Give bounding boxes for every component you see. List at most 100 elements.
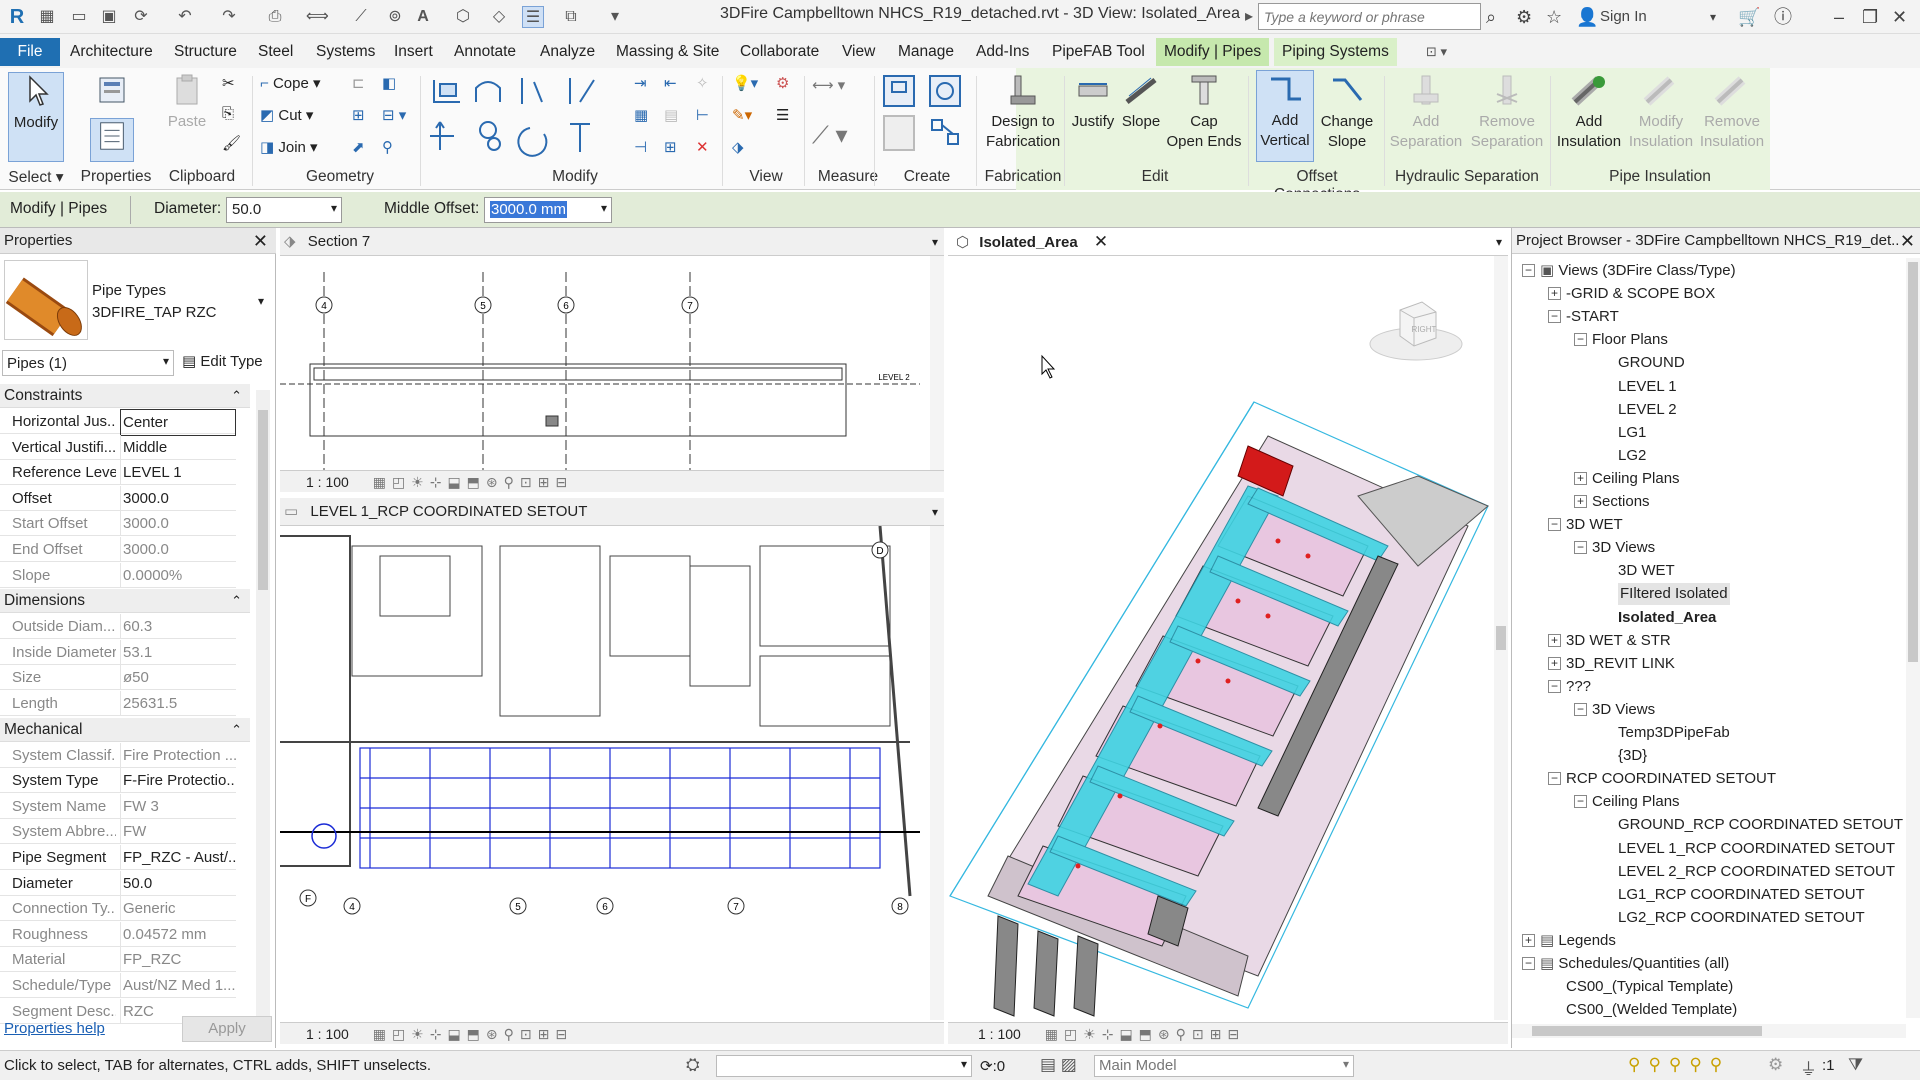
split-button[interactable]: ⊞ (664, 136, 677, 160)
property-row[interactable]: Connection Ty... Generic (0, 896, 236, 922)
property-row[interactable]: Roughness 0.04572 mm (0, 921, 236, 947)
rcp-view-canvas[interactable]: F 4 5 6 7 8 D (280, 526, 944, 1020)
ribbon-toggle-icon[interactable]: ⊡ ▾ (1418, 40, 1455, 64)
collapse-icon[interactable]: ⌃ (231, 589, 242, 613)
close-icon[interactable]: ✕ (253, 228, 268, 254)
expand-icon[interactable]: + (1548, 287, 1561, 301)
tree-node[interactable]: LEVEL 2_RCP COORDINATED SETOUT (1618, 861, 1895, 883)
expand-icon[interactable]: + (1548, 656, 1561, 670)
collapse-icon[interactable]: − (1548, 679, 1561, 693)
measure-icon[interactable]: ⟺ (306, 6, 329, 28)
property-value[interactable]: 53.1 (120, 639, 236, 665)
tree-node[interactable]: Isolated_Area (1618, 607, 1716, 629)
section-view-canvas[interactable]: 4 5 6 7 LEVEL 2 (280, 256, 944, 470)
hide-in-view-button[interactable]: 💡▾ (732, 72, 758, 96)
dimension-button[interactable]: ⟋ ▾ (812, 124, 848, 148)
collapse-icon[interactable]: − (1548, 772, 1561, 786)
cut-geometry-button[interactable]: ◩ Cut ▾ (260, 104, 313, 128)
chevron-down-icon[interactable]: ▾ (1496, 228, 1502, 256)
tab-file[interactable]: File (0, 38, 60, 66)
tab-pipefab-tool[interactable]: PipeFAB Tool (1044, 40, 1153, 64)
iso-scrollbar[interactable] (1494, 256, 1508, 1020)
tree-node[interactable]: Ceiling Plans (1592, 791, 1680, 813)
tree-node[interactable]: {3D} (1618, 745, 1647, 767)
close-icon[interactable]: ✕ (1094, 232, 1108, 251)
property-value[interactable]: 0.04572 mm (120, 921, 236, 947)
section-view-tab[interactable]: ⬗ Section 7 ▾ (280, 228, 944, 256)
property-value[interactable]: ø50 (120, 665, 236, 691)
search-input[interactable] (1258, 3, 1481, 30)
remove-insulation-button[interactable]: Remove Insulation (1696, 72, 1768, 152)
revit-logo-icon[interactable]: R (6, 6, 28, 28)
scrollbar-thumb[interactable] (1908, 262, 1918, 662)
pin-button[interactable]: ⊢ (696, 104, 709, 128)
view-control-icons[interactable]: ▦◰☀⊹⬓⬒⊛⚲⊡⊞⊟ (373, 1026, 573, 1042)
viewcube[interactable]: RIGHT (1366, 296, 1466, 366)
property-group-constraints[interactable]: Constraints ⌃ (0, 384, 250, 408)
chevron-down-icon[interactable]: ▾ (932, 228, 938, 256)
property-value[interactable]: 60.3 (120, 614, 236, 640)
tree-node[interactable]: Sections (1592, 491, 1650, 513)
tree-node[interactable]: GROUND_RCP COORDINATED SETOUT (1618, 814, 1903, 836)
property-group-mechanical[interactable]: Mechanical ⌃ (0, 717, 250, 742)
add-vertical-button[interactable]: Add Vertical (1256, 70, 1314, 162)
middle-offset-input[interactable]: 3000.0 mm ▾ (484, 197, 612, 223)
remove-separation-button[interactable]: Remove Separation (1466, 72, 1548, 152)
open-icon[interactable]: ▭ (68, 6, 90, 28)
create-tools-icons[interactable] (880, 72, 980, 162)
binoculars-icon[interactable]: ⌕ (1486, 6, 1496, 28)
section-icon[interactable]: ◇ (488, 6, 510, 28)
tree-node[interactable]: -START (1566, 306, 1619, 328)
property-row[interactable]: Slope 0.0000% (0, 562, 236, 588)
property-row[interactable]: Size ø50 (0, 665, 236, 691)
view-control-icons[interactable]: ▦◰☀⊹⬓⬒⊛⚲⊡⊞⊟ (1045, 1026, 1245, 1042)
property-row[interactable]: Pipe Segment FP_RZC - Aust/... (0, 845, 236, 870)
add-separation-button[interactable]: Add Separation (1388, 72, 1464, 152)
3d-view-icon[interactable]: ⬡ (452, 6, 474, 28)
instance-filter-select[interactable]: Pipes (1) ▾ (2, 350, 174, 376)
iso-view-canvas[interactable]: RIGHT (948, 256, 1508, 1020)
tree-node[interactable]: FIltered Isolated (1618, 583, 1730, 606)
trim-button[interactable]: ⊣ (634, 136, 647, 160)
rcp-scale[interactable]: 1 : 100 (306, 1026, 349, 1042)
mirror-button[interactable]: ✧ (696, 72, 709, 96)
property-value[interactable]: 3000.0 (120, 511, 236, 537)
modify-tools-icons[interactable] (430, 72, 730, 162)
override-graphics-button[interactable]: ⚙ (776, 72, 789, 96)
collapse-icon[interactable]: − (1548, 310, 1561, 324)
match-type-button[interactable]: 🖌 (222, 132, 241, 156)
property-row[interactable]: Length 25631.5 (0, 691, 236, 716)
scrollbar-thumb[interactable] (1532, 1026, 1762, 1036)
tree-node[interactable]: ▤ Legends (1540, 930, 1616, 952)
property-value[interactable]: FW 3 (120, 793, 236, 819)
edit-type-button[interactable]: ▤ Edit Type (182, 352, 263, 370)
filter-funnel-icon[interactable]: ⧩ (1848, 1055, 1863, 1075)
section-scrollbar[interactable] (930, 256, 944, 470)
browser-h-scrollbar[interactable] (1512, 1024, 1906, 1038)
property-value[interactable]: 25631.5 (120, 691, 236, 716)
scale-button[interactable]: ▤ (664, 104, 678, 128)
tab-structure[interactable]: Structure (166, 40, 245, 64)
worksets-icon[interactable]: ⛭ (686, 1055, 700, 1075)
property-value[interactable]: FP_RZC (120, 947, 236, 973)
restore-icon[interactable]: ❐ (1862, 6, 1878, 28)
properties-scrollbar[interactable] (256, 390, 270, 1030)
tab-modify-pipes[interactable]: Modify | Pipes (1156, 38, 1270, 66)
property-value[interactable]: Center (120, 409, 236, 436)
close-icon[interactable]: ✕ (1899, 228, 1915, 253)
collapse-icon[interactable]: ⌃ (231, 384, 242, 408)
undo-icon[interactable]: ↶ (174, 6, 196, 28)
pick-tool-button[interactable]: ⚲ (382, 136, 393, 160)
property-row[interactable]: End Offset 3000.0 (0, 537, 236, 562)
demolish-button[interactable]: ⊟ ▾ (382, 104, 406, 128)
tree-node[interactable]: 3D WET (1566, 514, 1623, 536)
tree-node[interactable]: 3D Views (1592, 699, 1655, 721)
tree-node[interactable]: LG1 (1618, 422, 1646, 444)
favorites-star-icon[interactable]: ☆ (1546, 6, 1562, 28)
expand-icon[interactable]: + (1574, 495, 1587, 508)
property-value[interactable]: FP_RZC - Aust/... (120, 845, 236, 870)
offset-button[interactable]: ⇤ (664, 72, 677, 96)
collapse-icon[interactable]: ⌃ (231, 718, 242, 742)
customize-qat-icon[interactable]: ▾ (604, 6, 626, 28)
property-value[interactable]: 3000.0 (120, 485, 236, 511)
